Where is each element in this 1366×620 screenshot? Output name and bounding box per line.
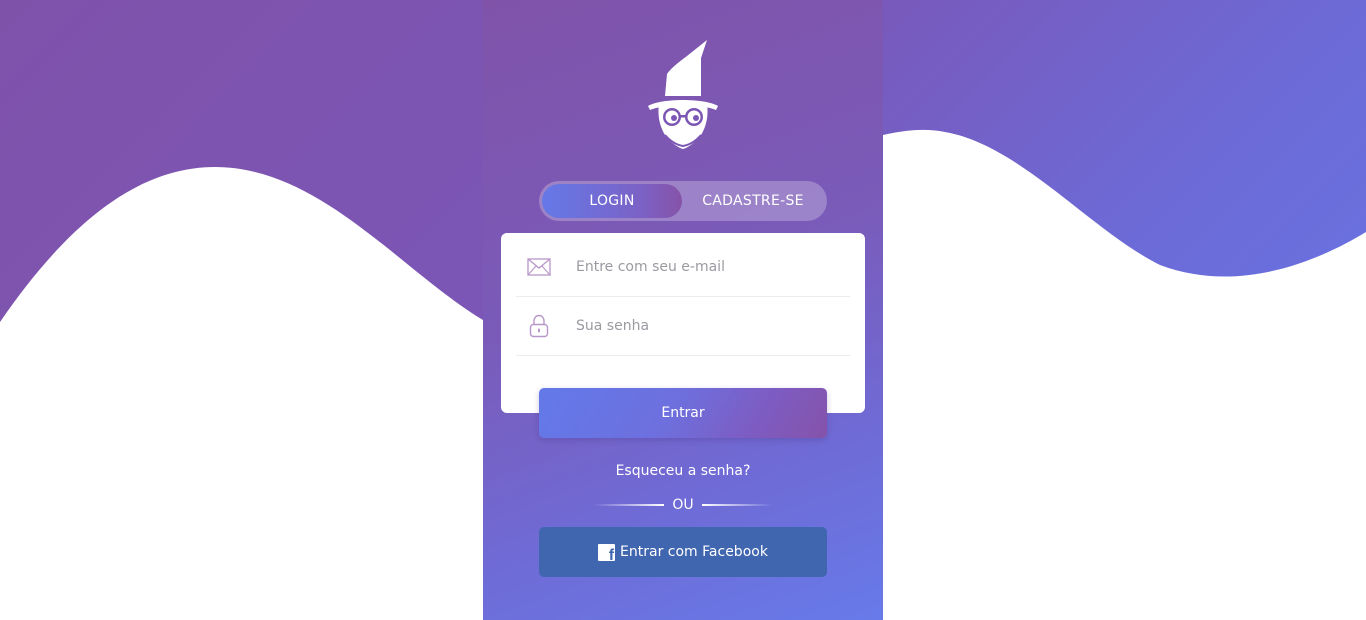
password-field-row [516,296,850,356]
facebook-login-label: Entrar com Facebook [620,544,768,560]
envelope-icon [516,257,562,276]
facebook-login-button[interactable]: f Entrar com Facebook [539,527,827,577]
or-divider: OU [483,495,883,515]
forgot-password-link[interactable]: Esqueceu a senha? [483,463,883,479]
login-screen: LOGIN CADASTRE-SE Entre com seu e-mail E… [0,0,1366,620]
tab-signup[interactable]: CADASTRE-SE [682,184,824,218]
facebook-icon: f [598,543,616,561]
divider-text: OU [672,497,694,513]
divider-line-right [701,504,772,506]
login-panel: LOGIN CADASTRE-SE Entre com seu e-mail E… [483,0,883,620]
password-input[interactable] [574,316,838,335]
divider-line-left [594,504,665,506]
auth-mode-toggle: LOGIN CADASTRE-SE [539,181,827,221]
lock-icon [516,314,562,338]
login-submit-button[interactable]: Entrar [539,388,827,438]
wizard-logo-icon [648,40,718,149]
email-field-row [516,237,850,297]
email-input[interactable] [574,257,838,276]
login-form-card [501,233,865,413]
tab-login[interactable]: LOGIN [542,184,682,218]
